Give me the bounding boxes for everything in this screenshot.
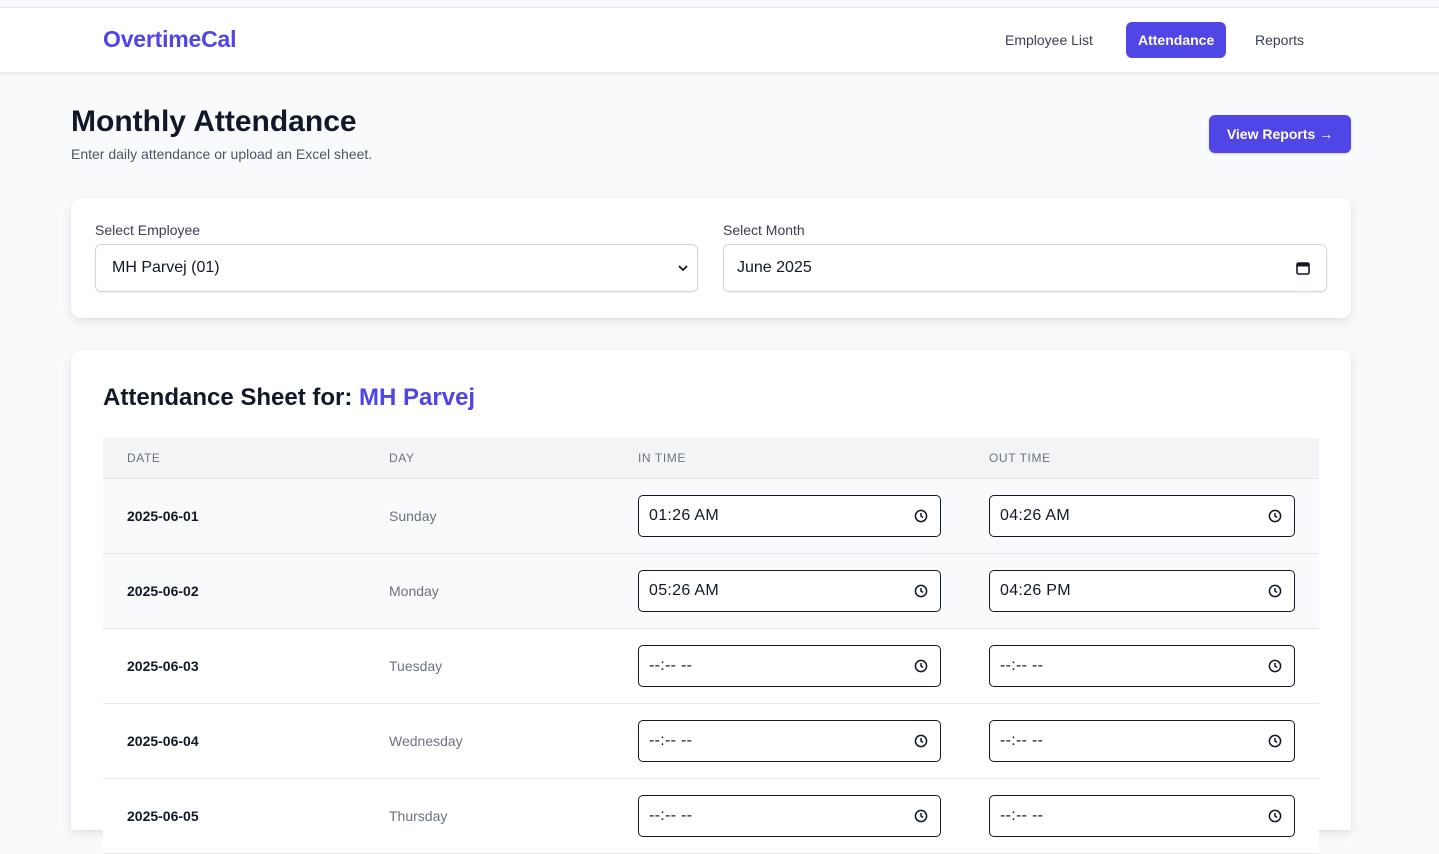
- nav-attendance[interactable]: Attendance: [1126, 22, 1227, 58]
- brand-logo[interactable]: OvertimeCal: [103, 26, 237, 53]
- clock-icon[interactable]: [914, 809, 928, 823]
- row-day: Tuesday: [389, 658, 443, 674]
- row-date: 2025-06-01: [127, 508, 199, 524]
- out-time-input[interactable]: --:-- --: [989, 795, 1295, 837]
- table-row: 2025-06-01 Sunday 01:26 AM 04:26 AM: [103, 479, 1319, 554]
- in-time-value: --:-- --: [649, 657, 693, 674]
- out-time-input[interactable]: --:-- --: [989, 645, 1295, 687]
- calendar-icon[interactable]: [1296, 261, 1310, 275]
- page-title: Monthly Attendance: [71, 105, 357, 138]
- row-day: Sunday: [389, 508, 437, 524]
- table-row: 2025-06-03 Tuesday --:-- -- --:-- --: [103, 629, 1319, 704]
- view-reports-button[interactable]: View Reports →: [1209, 115, 1351, 153]
- attendance-table: DATE DAY IN TIME OUT TIME 2025-06-01 Sun…: [103, 438, 1319, 854]
- row-date: 2025-06-04: [127, 733, 199, 749]
- row-date: 2025-06-02: [127, 583, 199, 599]
- clock-icon[interactable]: [1268, 809, 1282, 823]
- clock-icon[interactable]: [1268, 584, 1282, 598]
- in-time-value: 05:26 AM: [649, 582, 720, 599]
- clock-icon[interactable]: [1268, 659, 1282, 673]
- out-time-value: 04:26 AM: [1000, 507, 1071, 524]
- row-date: 2025-06-05: [127, 808, 199, 824]
- clock-icon[interactable]: [1268, 509, 1282, 523]
- month-label: Select Month: [723, 222, 805, 238]
- out-time-value: --:-- --: [1000, 732, 1044, 749]
- out-time-input[interactable]: --:-- --: [989, 720, 1295, 762]
- in-time-input[interactable]: 01:26 AM: [638, 495, 941, 537]
- in-time-value: 01:26 AM: [649, 507, 720, 524]
- in-time-value: --:-- --: [649, 732, 693, 749]
- clock-icon[interactable]: [1268, 734, 1282, 748]
- sheet-title-prefix: Attendance Sheet for:: [103, 384, 353, 411]
- out-time-input[interactable]: 04:26 AM: [989, 495, 1295, 537]
- employee-select[interactable]: MH Parvej (01): [95, 244, 698, 292]
- row-day: Monday: [389, 583, 439, 599]
- out-time-value: --:-- --: [1000, 657, 1044, 674]
- col-out-time: OUT TIME: [989, 451, 1051, 465]
- clock-icon[interactable]: [914, 584, 928, 598]
- month-input-value: June 2025: [737, 259, 812, 276]
- in-time-input[interactable]: --:-- --: [638, 795, 941, 837]
- table-header: DATE DAY IN TIME OUT TIME: [103, 438, 1319, 479]
- month-input[interactable]: June 2025: [723, 244, 1327, 292]
- col-in-time: IN TIME: [638, 451, 686, 465]
- in-time-input[interactable]: 05:26 AM: [638, 570, 941, 612]
- out-time-value: 04:26 PM: [1000, 582, 1071, 599]
- in-time-input[interactable]: --:-- --: [638, 645, 941, 687]
- nav-reports[interactable]: Reports: [1243, 22, 1316, 58]
- row-day: Wednesday: [389, 733, 463, 749]
- clock-icon[interactable]: [914, 509, 928, 523]
- employee-select-value: MH Parvej (01): [112, 259, 220, 276]
- employee-label: Select Employee: [95, 222, 201, 238]
- col-day: DAY: [389, 451, 415, 465]
- sheet-title: Attendance Sheet for: MH Parvej: [103, 384, 475, 412]
- row-date: 2025-06-03: [127, 658, 199, 674]
- navbar: OvertimeCal Employee List Attendance Rep…: [0, 8, 1439, 72]
- col-date: DATE: [127, 451, 161, 465]
- sheet-employee-name: MH Parvej: [359, 384, 476, 411]
- out-time-value: --:-- --: [1000, 807, 1044, 824]
- in-time-value: --:-- --: [649, 807, 693, 824]
- nav-employee-list[interactable]: Employee List: [993, 22, 1105, 58]
- in-time-input[interactable]: --:-- --: [638, 720, 941, 762]
- filters-card: Select Employee MH Parvej (01) Select Mo…: [71, 198, 1351, 318]
- clock-icon[interactable]: [914, 734, 928, 748]
- attendance-sheet-card: Attendance Sheet for: MH Parvej DATE DAY…: [71, 350, 1351, 854]
- table-row: 2025-06-04 Wednesday --:-- -- --:-- --: [103, 704, 1319, 779]
- table-row: 2025-06-05 Thursday --:-- -- --:-- --: [103, 779, 1319, 854]
- row-day: Thursday: [389, 808, 448, 824]
- page-subtitle: Enter daily attendance or upload an Exce…: [71, 146, 373, 162]
- chevron-down-icon: [678, 265, 688, 272]
- table-row: 2025-06-02 Monday 05:26 AM 04:26 PM: [103, 554, 1319, 629]
- out-time-input[interactable]: 04:26 PM: [989, 570, 1295, 612]
- clock-icon[interactable]: [914, 659, 928, 673]
